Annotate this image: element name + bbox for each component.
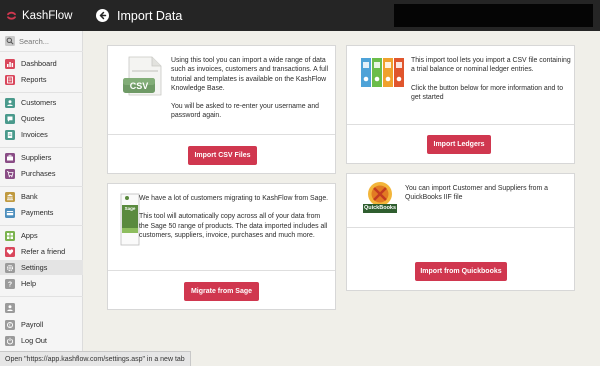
csv-text-1: Using this tool you can import a wide ra…: [171, 57, 329, 92]
quickbooks-import-card: QuickBooks You can import Customer and S…: [346, 173, 575, 291]
sidebar-item-quotes[interactable]: Quotes: [0, 111, 83, 126]
search-icon: [5, 36, 15, 46]
csv-import-card: CSV Using this tool you can import a wid…: [107, 45, 336, 174]
quickbooks-logo-label: QuickBooks: [363, 205, 397, 211]
sidebar: Search... Dashboard Reports Customers Qu…: [0, 31, 83, 366]
page-title: Import Data: [117, 8, 183, 23]
sidebar-item-refer-a-friend[interactable]: Refer a friend: [0, 244, 83, 259]
sidebar-divider: [0, 225, 83, 226]
sidebar-item-suppliers[interactable]: Suppliers: [0, 150, 83, 165]
svg-text:?: ?: [8, 281, 12, 287]
sage-description: We have a lot of customers migrating to …: [139, 194, 329, 240]
csv-description: Using this tool you can import a wide ra…: [171, 56, 331, 121]
import-csv-button[interactable]: Import CSV Files: [188, 146, 257, 165]
csv-text-2: You will be asked to re-enter your usern…: [171, 103, 319, 120]
kashflow-logo-icon: [4, 8, 19, 23]
gear-icon: [5, 262, 15, 273]
sidebar-item-label: Suppliers: [21, 153, 52, 162]
sidebar-item-payments[interactable]: Payments: [0, 205, 83, 220]
sidebar-item-label: Settings: [21, 263, 48, 272]
ledgers-description: This import tool lets you import a CSV f…: [411, 56, 571, 102]
browser-status-bar: Open "https://app.kashflow.com/settings.…: [0, 351, 191, 366]
sidebar-item-apps[interactable]: Apps: [0, 228, 83, 243]
sidebar-item-label: Payments: [21, 208, 54, 217]
sidebar-divider: [0, 147, 83, 148]
quickbooks-text-1: You can import Customer and Suppliers fr…: [405, 185, 548, 202]
bank-icon: [5, 191, 15, 202]
invoices-icon: [5, 129, 15, 140]
sidebar-item-label: Payroll: [21, 320, 44, 329]
sidebar-item-label: Quotes: [21, 114, 45, 123]
sidebar-item-label: Refer a friend: [21, 247, 66, 256]
card-divider: [347, 227, 574, 228]
apps-icon: [5, 230, 15, 241]
sage-box-label: Sage: [124, 206, 136, 211]
quotes-icon: [5, 113, 15, 124]
binders-icon: [359, 55, 407, 89]
customers-icon: [5, 97, 15, 108]
card-divider: [108, 134, 335, 135]
sidebar-item-log-out[interactable]: Log Out: [0, 333, 83, 348]
sidebar-item-label: Customers: [21, 98, 57, 107]
sage-text-2: This tool will automatically copy across…: [139, 213, 328, 239]
import-from-quickbooks-button[interactable]: Import from Quickbooks: [415, 262, 507, 281]
csv-icon: CSV: [121, 55, 166, 100]
sage-box-image: Sage: [120, 193, 140, 246]
import-ledgers-button[interactable]: Import Ledgers: [427, 135, 491, 154]
page-header: Import Data: [96, 0, 182, 31]
migrate-from-sage-button[interactable]: Migrate from Sage: [184, 282, 259, 301]
csv-icon-label: CSV: [129, 81, 149, 91]
sidebar-item-label: Reports: [21, 75, 47, 84]
logout-icon: [5, 335, 15, 346]
sidebar-item-payroll[interactable]: £ Payroll: [0, 317, 83, 332]
sidebar-item-help[interactable]: ? Help: [0, 276, 83, 291]
top-bar: KashFlow Import Data: [0, 0, 600, 31]
sidebar-divider: [0, 186, 83, 187]
search-input[interactable]: Search...: [19, 37, 49, 46]
sidebar-divider: [0, 92, 83, 93]
brand[interactable]: KashFlow: [0, 0, 83, 31]
suppliers-icon: [5, 152, 15, 163]
sidebar-item-account[interactable]: [0, 300, 83, 315]
ledgers-text-2: Click the button below for more informat…: [411, 84, 564, 101]
sidebar-item-bank[interactable]: Bank: [0, 189, 83, 204]
quickbooks-description: You can import Customer and Suppliers fr…: [405, 184, 570, 203]
reports-icon: [5, 74, 15, 85]
sidebar-item-settings[interactable]: Settings: [0, 260, 83, 275]
sidebar-item-purchases[interactable]: Purchases: [0, 166, 83, 181]
purchases-icon: [5, 168, 15, 179]
ledgers-text-1: This import tool lets you import a CSV f…: [411, 57, 571, 74]
brand-name: KashFlow: [22, 9, 73, 22]
quickbooks-logo-icon: QuickBooks: [361, 180, 399, 216]
heart-icon: [5, 246, 15, 257]
card-divider: [108, 270, 335, 271]
redacted-area: [394, 4, 593, 27]
sage-text-1: We have a lot of customers migrating to …: [139, 195, 329, 202]
sidebar-item-label: Log Out: [21, 336, 47, 345]
sidebar-item-customers[interactable]: Customers: [0, 95, 83, 110]
sidebar-item-reports[interactable]: Reports: [0, 72, 83, 87]
card-divider: [347, 124, 574, 125]
dashboard-icon: [5, 58, 15, 69]
sidebar-item-label: Purchases: [21, 169, 56, 178]
sidebar-divider: [0, 296, 83, 297]
payments-icon: [5, 207, 15, 218]
user-icon: [5, 302, 15, 313]
sage-migration-card: Sage We have a lot of customers migratin…: [107, 183, 336, 310]
sidebar-item-label: Help: [21, 279, 37, 288]
sidebar-item-label: Apps: [21, 231, 38, 240]
search-box[interactable]: Search...: [0, 31, 83, 52]
help-icon: ?: [5, 278, 15, 289]
arrow-left-icon[interactable]: [96, 9, 109, 22]
sidebar-item-label: Bank: [21, 192, 38, 201]
ledgers-import-card: This import tool lets you import a CSV f…: [346, 45, 575, 164]
payroll-icon: £: [5, 319, 15, 330]
sidebar-item-invoices[interactable]: Invoices: [0, 127, 83, 142]
sidebar-item-dashboard[interactable]: Dashboard: [0, 56, 83, 71]
sidebar-item-label: Invoices: [21, 130, 48, 139]
sidebar-item-label: Dashboard: [21, 59, 57, 68]
